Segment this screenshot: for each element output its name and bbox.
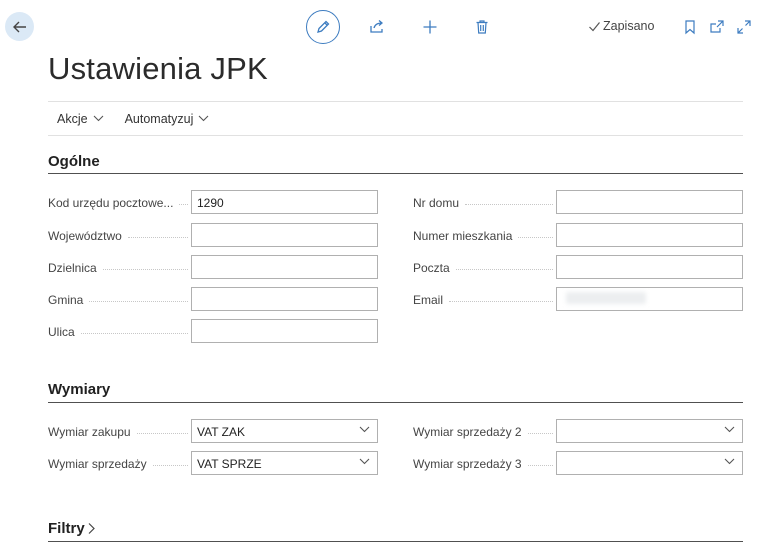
sales-dimension-3-label: Wymiar sprzedaży 3 — [413, 457, 553, 471]
purchase-dimension-value: VAT ZAK — [197, 425, 246, 439]
municipality-label: Gmina — [48, 293, 188, 307]
bookmark-icon — [685, 20, 695, 35]
sales-dimension-2-select[interactable] — [556, 419, 743, 443]
sales-dimension-2-label: Wymiar sprzedaży 2 — [413, 425, 553, 439]
section-divider — [48, 402, 743, 403]
open-new-window-button[interactable] — [702, 12, 732, 42]
sales-dimension-select[interactable]: VAT SPRZE — [191, 451, 378, 475]
arrow-left-icon — [12, 21, 26, 32]
section-dimensions-header[interactable]: Wymiary — [48, 381, 110, 398]
expand-button[interactable] — [729, 12, 759, 42]
pencil-icon — [317, 20, 330, 33]
section-filters-title: Filtry — [48, 520, 85, 537]
plus-icon — [423, 20, 437, 34]
post-office-label: Poczta — [413, 261, 553, 275]
street-field[interactable] — [191, 319, 378, 343]
bookmark-button[interactable] — [675, 12, 705, 42]
postal-office-code-field[interactable]: 1290 — [191, 190, 378, 214]
district-field[interactable] — [191, 255, 378, 279]
chevron-down-icon — [359, 458, 370, 465]
purchase-dimension-label: Wymiar zakupu — [48, 425, 188, 439]
new-button[interactable] — [415, 12, 445, 42]
page-title: Ustawienia JPK — [48, 51, 268, 86]
municipality-field[interactable] — [191, 287, 378, 311]
purchase-dimension-select[interactable]: VAT ZAK — [191, 419, 378, 443]
automate-menu[interactable]: Automatyzuj — [125, 112, 210, 126]
street-label: Ulica — [48, 325, 188, 339]
redacted-email-value — [566, 292, 646, 304]
voivodeship-field[interactable] — [191, 223, 378, 247]
action-bar: Akcje Automatyzuj — [48, 101, 743, 136]
chevron-down-icon — [724, 458, 735, 465]
open-new-window-icon — [710, 20, 724, 33]
share-icon — [370, 20, 384, 33]
chevron-down-icon — [93, 115, 103, 122]
apartment-number-field[interactable] — [556, 223, 743, 247]
back-button[interactable] — [5, 12, 34, 41]
chevron-down-icon — [198, 115, 209, 122]
actions-menu[interactable]: Akcje — [57, 112, 104, 126]
sales-dimension-label: Wymiar sprzedaży — [48, 457, 188, 471]
voivodeship-label: Województwo — [48, 229, 188, 243]
chevron-down-icon — [724, 426, 735, 433]
sales-dimension-3-select[interactable] — [556, 451, 743, 475]
checkmark-icon — [589, 21, 600, 31]
expand-icon — [737, 20, 751, 34]
saved-status: Zapisano — [588, 19, 654, 33]
chevron-down-icon — [359, 426, 370, 433]
section-divider — [48, 541, 743, 542]
chevron-right-icon — [88, 523, 95, 534]
section-filters-header[interactable]: Filtry — [48, 520, 96, 537]
post-office-field[interactable] — [556, 255, 743, 279]
house-number-label: Nr domu — [413, 196, 553, 210]
share-button[interactable] — [362, 12, 392, 42]
section-divider — [48, 173, 743, 174]
district-label: Dzielnica — [48, 261, 188, 275]
house-number-field[interactable] — [556, 190, 743, 214]
trash-icon — [476, 20, 488, 34]
actions-menu-label: Akcje — [57, 111, 88, 126]
sales-dimension-value: VAT SPRZE — [197, 457, 262, 471]
postal-office-code-label: Kod urzędu pocztowe... — [48, 196, 188, 210]
apartment-number-label: Numer mieszkania — [413, 229, 553, 243]
email-label: Email — [413, 293, 553, 307]
saved-label: Zapisano — [603, 19, 655, 33]
automate-menu-label: Automatyzuj — [124, 111, 194, 126]
delete-button[interactable] — [467, 12, 497, 42]
edit-button[interactable] — [306, 10, 340, 44]
section-general-header[interactable]: Ogólne — [48, 153, 100, 170]
